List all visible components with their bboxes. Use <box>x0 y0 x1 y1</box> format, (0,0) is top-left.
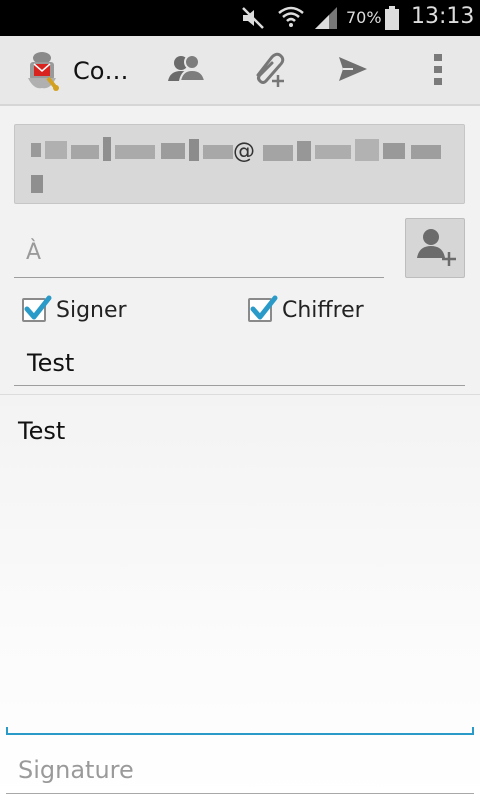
to-placeholder: À <box>26 240 42 265</box>
contacts-button[interactable] <box>162 48 210 94</box>
contacts-icon <box>166 53 207 89</box>
wifi-icon <box>277 0 305 36</box>
overflow-menu-icon <box>432 52 444 90</box>
add-contact-icon <box>413 224 457 272</box>
encrypt-checkbox[interactable]: Chiffrer <box>248 293 364 327</box>
message-body-input[interactable]: Test <box>0 394 480 800</box>
sign-label: Signer <box>56 297 127 323</box>
send-button[interactable] <box>329 48 377 94</box>
battery-percent: 70% <box>346 8 382 27</box>
app-title: Co… <box>73 57 129 85</box>
status-bar: 70% 13:13 <box>0 0 480 36</box>
signature-placeholder: Signature <box>18 756 134 784</box>
send-icon <box>337 55 369 87</box>
signature-input[interactable]: Signature <box>6 748 474 794</box>
sign-check-icon <box>22 295 52 322</box>
app-logo-icon[interactable] <box>22 48 64 94</box>
add-recipient-button[interactable] <box>405 218 465 278</box>
attach-button[interactable] <box>246 48 294 94</box>
muted-icon <box>240 0 266 36</box>
clock: 13:13 <box>411 4 475 29</box>
body-focus-underline <box>6 727 474 735</box>
message-body-text: Test <box>18 417 66 445</box>
signal-icon <box>313 0 339 36</box>
battery-icon <box>384 0 400 36</box>
subject-input[interactable]: Test <box>14 344 465 386</box>
to-input[interactable]: À <box>14 228 384 278</box>
subject-text: Test <box>27 349 75 377</box>
from-account-selector[interactable]: @ <box>14 124 465 204</box>
encrypt-check-icon <box>248 295 278 322</box>
overflow-menu-button[interactable] <box>414 48 462 94</box>
encrypt-label: Chiffrer <box>282 297 364 323</box>
attach-icon <box>250 49 290 93</box>
from-address: @ <box>233 139 256 164</box>
action-bar: Co… <box>0 36 480 106</box>
sign-checkbox[interactable]: Signer <box>22 293 127 327</box>
